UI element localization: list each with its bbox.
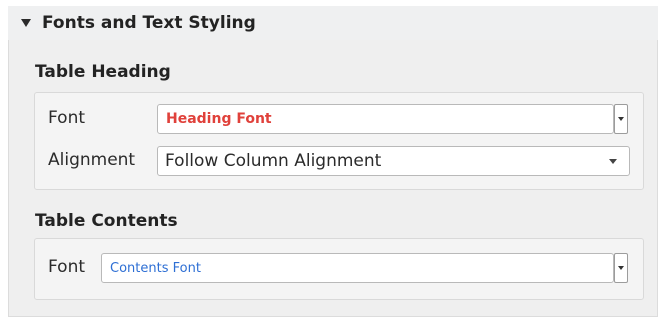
chevron-down-icon (609, 159, 617, 164)
heading-font-menu-button[interactable] (614, 104, 628, 134)
chevron-down-icon (618, 117, 624, 121)
heading-font-button[interactable]: Heading Font (157, 104, 614, 134)
table-heading-title: Table Heading (35, 62, 171, 82)
contents-font-menu-button[interactable] (614, 253, 628, 283)
group-title: Fonts and Text Styling (42, 13, 256, 33)
table-contents-title: Table Contents (35, 211, 178, 231)
alignment-combobox[interactable]: Follow Column Alignment (157, 146, 630, 176)
alignment-label: Alignment (48, 150, 136, 170)
contents-font-button[interactable]: Contents Font (101, 253, 614, 283)
alignment-value: Follow Column Alignment (165, 151, 382, 171)
heading-font-label: Font (48, 108, 86, 128)
fonts-text-styling-group-header[interactable]: Fonts and Text Styling (8, 6, 658, 41)
collapse-triangle-icon[interactable] (21, 19, 31, 27)
chevron-down-icon (618, 266, 624, 270)
contents-font-label: Font (48, 257, 86, 277)
